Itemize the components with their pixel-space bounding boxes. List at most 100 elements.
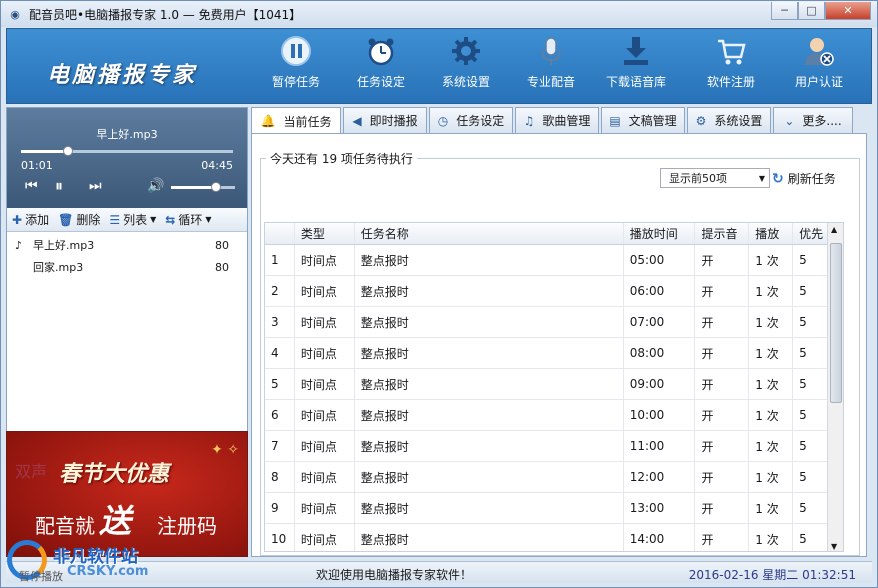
pause-icon <box>280 35 312 67</box>
row-index-cell: 4 <box>265 338 295 368</box>
download-voice-button[interactable]: 下载语音库 <box>596 35 676 99</box>
column-header[interactable]: 播放时间 <box>624 223 696 244</box>
task-settings-button[interactable]: 任务设定 <box>341 35 421 99</box>
table-row[interactable]: 1 时间点 整点报时 05:00 开 1 次5 <box>265 245 843 276</box>
tab-song-management[interactable]: ♫ 歌曲管理 <box>515 107 599 133</box>
status-datetime: 2016-02-16 星期二 01:32:51 <box>688 568 856 582</box>
maximize-button[interactable]: □ <box>798 2 825 20</box>
table-row[interactable]: 8 时间点 整点报时 12:00 开 1 次5 <box>265 462 843 493</box>
refresh-tasks-button[interactable]: ↻ 刷新任务 <box>772 170 836 187</box>
bell-icon: 🔔 <box>260 114 276 128</box>
table-row[interactable]: 10 时间点 整点报时 14:00 开 1 次5 <box>265 524 843 551</box>
task-table: 类型 任务名称 播放时间 提示音 播放 优先 1 时间点 整点报时 05:00 开 1 次… <box>264 222 844 552</box>
column-header[interactable]: 任务名称 <box>355 223 624 244</box>
pause-icon[interactable]: ⏸ <box>55 176 63 196</box>
task-name-cell: 整点报时 <box>355 369 624 399</box>
table-row[interactable]: 4 时间点 整点报时 08:00 开 1 次5 <box>265 338 843 369</box>
pro-dubbing-button[interactable]: 专业配音 <box>511 35 591 99</box>
music-note-icon: ♪ <box>15 238 23 252</box>
play-time-cell: 08:00 <box>624 338 696 368</box>
tab-more[interactable]: ⌄ 更多.... <box>773 107 853 133</box>
volume-slider[interactable] <box>171 182 235 192</box>
watermark-bottom-left: 暂停播放 <box>19 570 63 583</box>
refresh-icon: ↻ <box>772 170 784 187</box>
software-register-button[interactable]: 软件注册 <box>691 35 771 99</box>
display-count-select[interactable]: 显示前50项 ▼ <box>660 168 770 188</box>
scroll-down-icon[interactable]: ▼ <box>831 542 837 551</box>
pause-task-label: 暂停任务 <box>271 75 320 89</box>
play-count-cell: 1 次 <box>749 493 794 523</box>
play-time-cell: 07:00 <box>624 307 696 337</box>
previous-track-icon[interactable]: ⏮ <box>25 178 38 194</box>
loop-button[interactable]: ⇆ 循环 ▼ <box>165 211 211 228</box>
user-icon <box>803 35 835 67</box>
next-track-icon[interactable]: ⏭ <box>89 178 102 194</box>
volume-handle[interactable] <box>210 182 221 192</box>
current-tasks-panel: 今天还有 19 项任务待执行 显示前50项 ▼ ↻ 刷新任务 类型 任务名称 播… <box>251 133 867 557</box>
play-count-cell: 1 次 <box>749 276 794 306</box>
play-count-cell: 1 次 <box>749 369 794 399</box>
table-row[interactable]: 7 时间点 整点报时 11:00 开 1 次5 <box>265 431 843 462</box>
column-header[interactable] <box>265 223 295 244</box>
task-type-cell: 时间点 <box>295 524 355 551</box>
task-type-cell: 时间点 <box>295 245 355 275</box>
play-time-cell: 09:00 <box>624 369 696 399</box>
tab-task-settings[interactable]: ◷ 任务设定 <box>429 107 513 133</box>
alarm-clock-icon <box>365 35 397 67</box>
volume-icon[interactable]: 🔊 <box>147 178 164 194</box>
window-title: 配音员吧•电脑播报专家 1.0 — 免费用户【1041】 <box>29 7 302 22</box>
table-row[interactable]: 6 时间点 整点报时 10:00 开 1 次5 <box>265 400 843 431</box>
sparkle-decoration: ✦ ✧ <box>211 442 239 458</box>
tab-label: 歌曲管理 <box>542 114 591 128</box>
tab-bar: 🔔 当前任务 ◀ 即时播报 ◷ 任务设定 ♫ 歌曲管理 ▤ 文稿管理 ⚙ 系统设置 ⌄ 更多.… <box>251 107 867 134</box>
system-settings-button[interactable]: 系统设置 <box>426 35 506 99</box>
task-name-cell: 整点报时 <box>355 245 624 275</box>
system-settings-label: 系统设置 <box>441 75 490 89</box>
window-controls: ─ □ ✕ <box>771 2 871 20</box>
list-item[interactable]: 回家.mp3 80 <box>7 256 247 278</box>
scrollbar-thumb[interactable] <box>830 243 842 403</box>
volume-fill <box>171 186 216 189</box>
user-auth-button[interactable]: 用户认证 <box>779 35 859 99</box>
scroll-up-icon[interactable]: ▲ <box>831 225 837 234</box>
tab-label: 文稿管理 <box>628 114 677 128</box>
prompt-sound-cell: 开 <box>695 524 750 551</box>
vertical-scrollbar[interactable]: ▲ ▼ <box>827 223 843 551</box>
table-row[interactable]: 9 时间点 整点报时 13:00 开 1 次5 <box>265 493 843 524</box>
task-type-cell: 时间点 <box>295 400 355 430</box>
promo-line2-c: 注册码 <box>157 514 217 538</box>
close-button[interactable]: ✕ <box>825 2 871 20</box>
pause-task-button[interactable]: 暂停任务 <box>256 35 336 99</box>
table-row[interactable]: 5 时间点 整点报时 09:00 开 1 次5 <box>265 369 843 400</box>
tab-system-settings[interactable]: ⚙ 系统设置 <box>687 107 771 133</box>
title-bar: ◉ 配音员吧•电脑播报专家 1.0 — 免费用户【1041】 ─ □ ✕ <box>1 1 877 27</box>
table-row[interactable]: 3 时间点 整点报时 07:00 开 1 次5 <box>265 307 843 338</box>
column-header[interactable]: 类型 <box>295 223 355 244</box>
column-header[interactable]: 播放 <box>749 223 794 244</box>
progress-bar[interactable] <box>21 146 233 156</box>
gear-icon: ⚙ <box>695 113 707 128</box>
add-label: 添加 <box>25 213 50 227</box>
play-time-cell: 05:00 <box>624 245 696 275</box>
play-count-cell: 1 次 <box>749 462 794 492</box>
watermark-logo: 非凡软件站 CRSKY.com 暂停播放 <box>7 534 162 586</box>
tab-instant-broadcast[interactable]: ◀ 即时播报 <box>343 107 427 133</box>
loop-label: 循环 <box>178 213 203 227</box>
list-button[interactable]: ☰ 列表 ▼ <box>109 211 156 228</box>
delete-button[interactable]: 🗑 删除 <box>58 211 100 228</box>
play-count-cell: 1 次 <box>749 524 794 551</box>
list-item[interactable]: ♪ 早上好.mp3 80 <box>7 234 247 256</box>
download-voice-label: 下载语音库 <box>605 75 666 89</box>
task-type-cell: 时间点 <box>295 307 355 337</box>
table-row[interactable]: 2 时间点 整点报时 06:00 开 1 次5 <box>265 276 843 307</box>
trash-icon: 🗑 <box>58 212 74 227</box>
tab-current-tasks[interactable]: 🔔 当前任务 <box>251 107 341 134</box>
column-header[interactable]: 提示音 <box>695 223 750 244</box>
minimize-button[interactable]: ─ <box>771 2 798 20</box>
tab-document-management[interactable]: ▤ 文稿管理 <box>601 107 685 133</box>
delete-label: 删除 <box>76 213 101 227</box>
progress-handle[interactable] <box>62 146 73 156</box>
display-count-value: 显示前50项 <box>669 172 727 185</box>
add-button[interactable]: ✚ 添加 <box>12 211 49 228</box>
software-register-label: 软件注册 <box>706 75 755 89</box>
